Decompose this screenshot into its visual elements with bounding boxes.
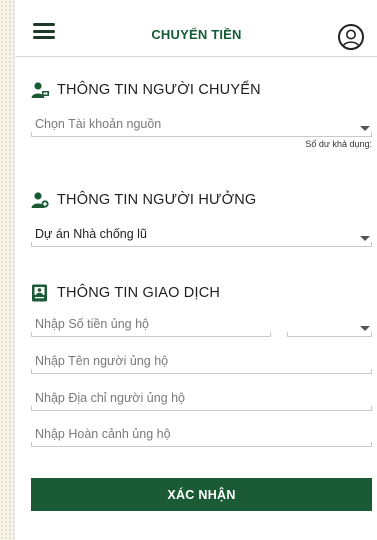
donor-circumstance-input[interactable]: Nhập Hoàn cảnh ủng hộ [31, 424, 372, 447]
chevron-down-icon [360, 126, 370, 131]
donor-name-input[interactable]: Nhập Tên người ủng hộ [31, 351, 372, 374]
donor-name-placeholder: Nhập Tên người ủng hộ [35, 354, 169, 368]
sender-section-label: THÔNG TIN NGƯỜI CHUYỂN [57, 82, 261, 98]
donor-address-input[interactable]: Nhập Địa chỉ người ủng hộ [31, 388, 372, 411]
person-icon [31, 81, 49, 99]
document-icon [31, 284, 49, 302]
beneficiary-section-label: THÔNG TIN NGƯỜI HƯỞNG [57, 192, 257, 208]
screen-background: CHUYỂN TIỀN THÔNG TIN NGƯỜI CHUYỂN Chọn … [0, 0, 377, 540]
transfer-screen: CHUYỂN TIỀN THÔNG TIN NGƯỜI CHUYỂN Chọn … [14, 0, 377, 540]
chevron-down-icon [360, 326, 370, 331]
donor-circumstance-placeholder: Nhập Hoàn cảnh ủng hộ [35, 427, 171, 441]
beneficiary-selected-value: Dự án Nhà chống lũ [35, 227, 147, 241]
chevron-down-icon [360, 236, 370, 241]
transaction-section-label: THÔNG TIN GIAO DỊCH [57, 285, 221, 301]
person-add-icon [31, 191, 49, 209]
menu-icon[interactable] [33, 23, 55, 39]
app-header: CHUYỂN TIỀN [15, 0, 377, 57]
donor-address-placeholder: Nhập Địa chỉ người ủng hộ [35, 391, 185, 405]
page-title: CHUYỂN TIỀN [151, 27, 242, 42]
available-balance-label: Số dư khả dụng: [305, 139, 372, 149]
currency-select[interactable] [287, 314, 372, 337]
source-account-select[interactable]: Chọn Tài khoản nguồn [31, 114, 372, 137]
confirm-button[interactable]: XÁC NHẬN [31, 478, 372, 511]
donation-amount-input[interactable]: Nhập Số tiền ủng hộ [31, 314, 271, 337]
transaction-section-heading: THÔNG TIN GIAO DỊCH [31, 283, 220, 303]
source-account-placeholder: Chọn Tài khoản nguồn [35, 117, 162, 131]
user-avatar-icon[interactable] [338, 24, 364, 50]
sender-section-heading: THÔNG TIN NGƯỜI CHUYỂN [31, 80, 261, 100]
donation-amount-placeholder: Nhập Số tiền ủng hộ [35, 317, 149, 331]
beneficiary-section-heading: THÔNG TIN NGƯỜI HƯỞNG [31, 190, 256, 210]
beneficiary-select[interactable]: Dự án Nhà chống lũ [31, 224, 372, 247]
